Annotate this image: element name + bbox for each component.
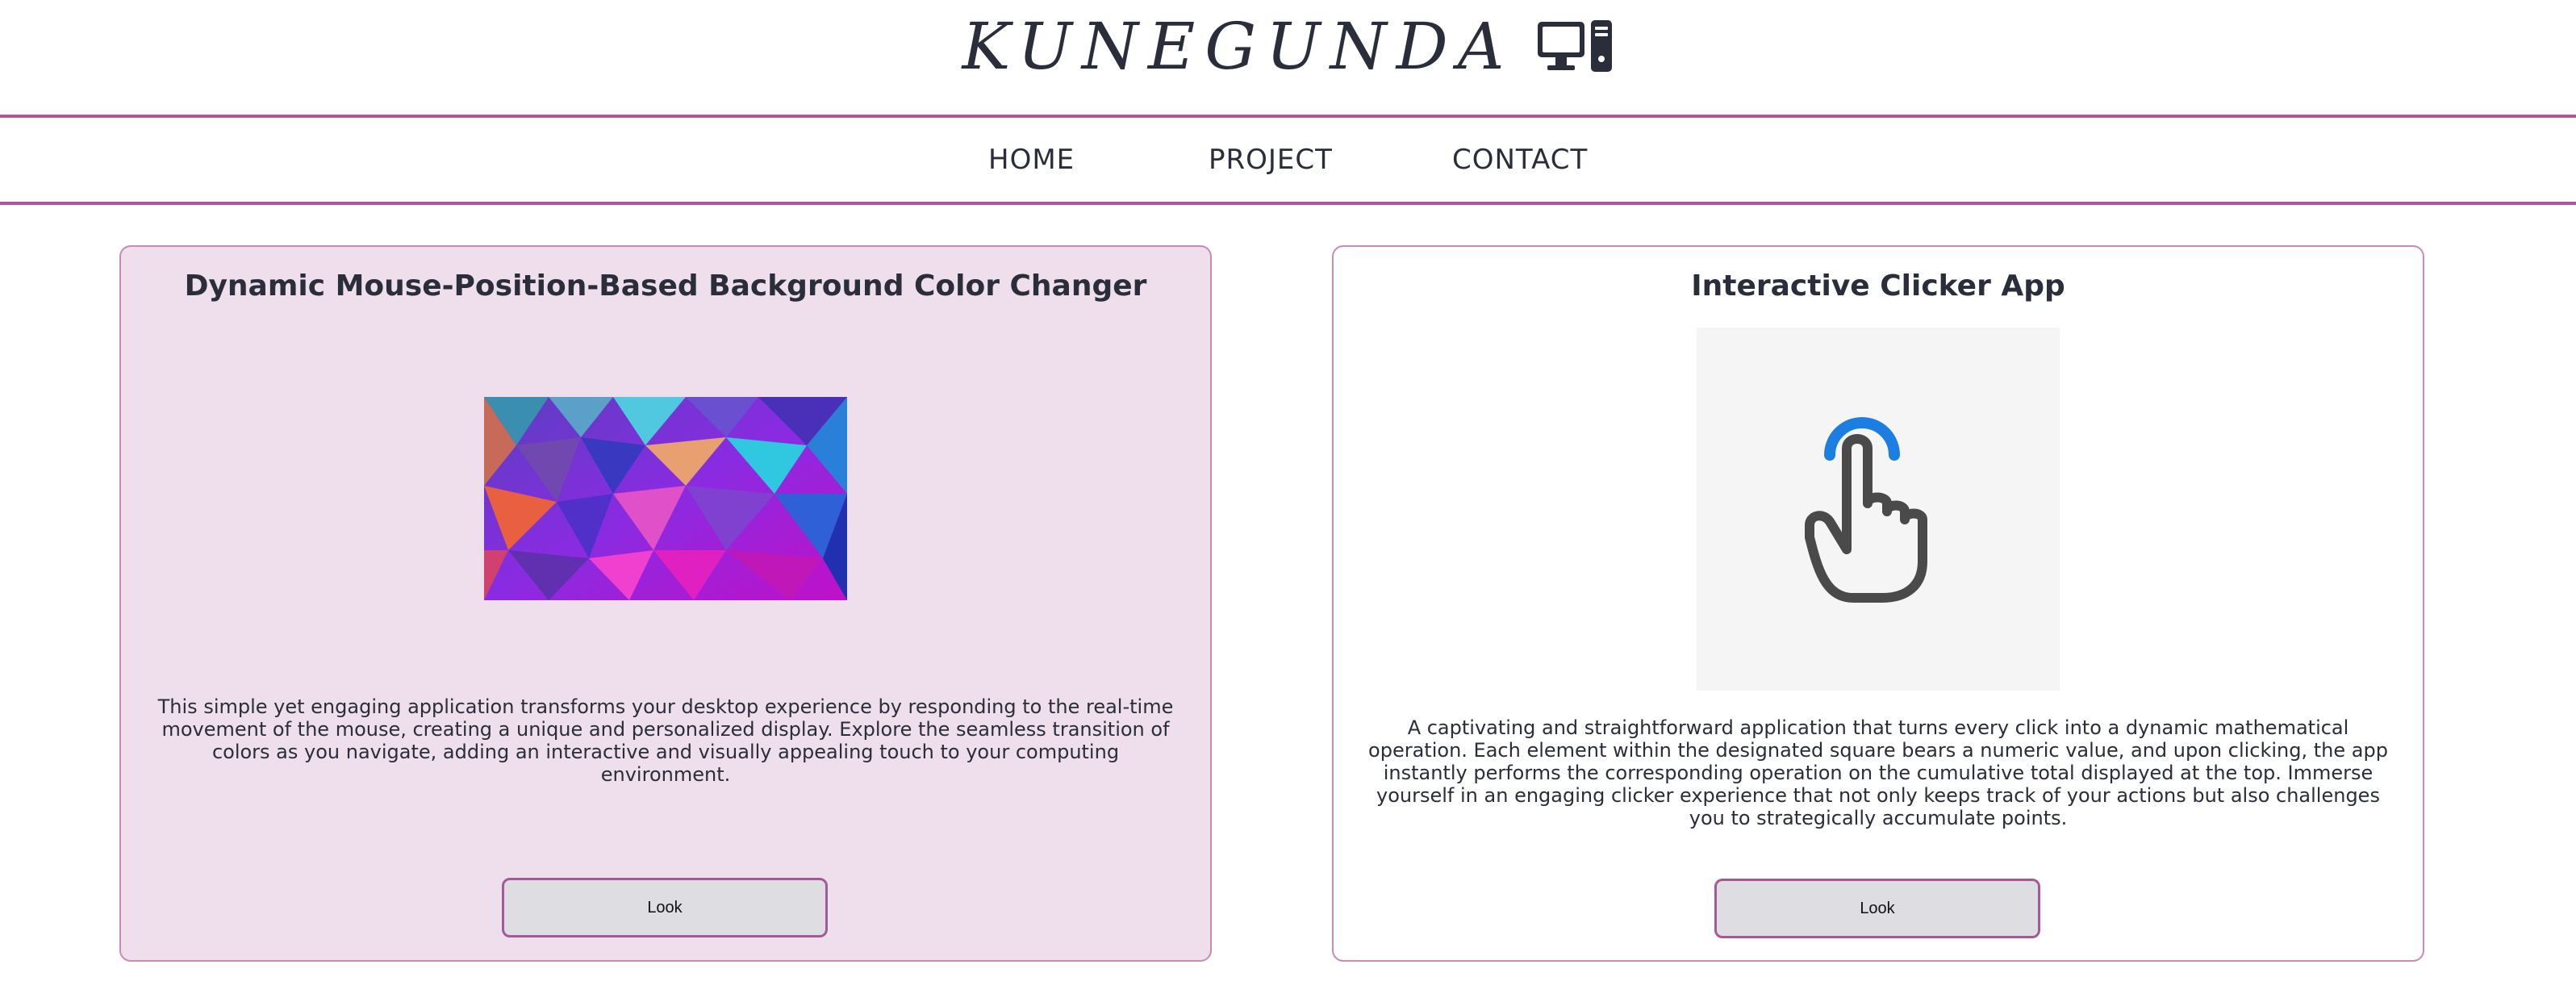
nav-home-link[interactable]: HOME: [988, 144, 1075, 176]
computer-icon: [1536, 19, 1614, 73]
tap-hand-icon: [1697, 328, 2060, 691]
project-title: Dynamic Mouse-Position-Based Background …: [184, 269, 1147, 303]
brand[interactable]: KUNEGUNDA: [962, 9, 1614, 84]
project-description: A captivating and straightforward applic…: [1368, 716, 2388, 829]
project-title: Interactive Clicker App: [1691, 269, 2065, 303]
look-button[interactable]: Look: [502, 878, 828, 937]
site-header: KUNEGUNDA: [0, 0, 2576, 115]
look-button[interactable]: Look: [1714, 879, 2040, 938]
brand-name: KUNEGUNDA: [962, 8, 1514, 84]
polygon-gradient-image: [484, 397, 847, 600]
main-nav: HOME PROJECT CONTACT: [0, 115, 2576, 205]
project-description: This simple yet engaging application tra…: [157, 695, 1174, 786]
nav-project-link[interactable]: PROJECT: [1209, 144, 1333, 176]
project-card-clicker: Interactive Clicker App A captivating an…: [1332, 245, 2424, 962]
project-card-color-changer: Dynamic Mouse-Position-Based Background …: [119, 245, 1212, 962]
nav-contact-link[interactable]: CONTACT: [1452, 144, 1588, 176]
